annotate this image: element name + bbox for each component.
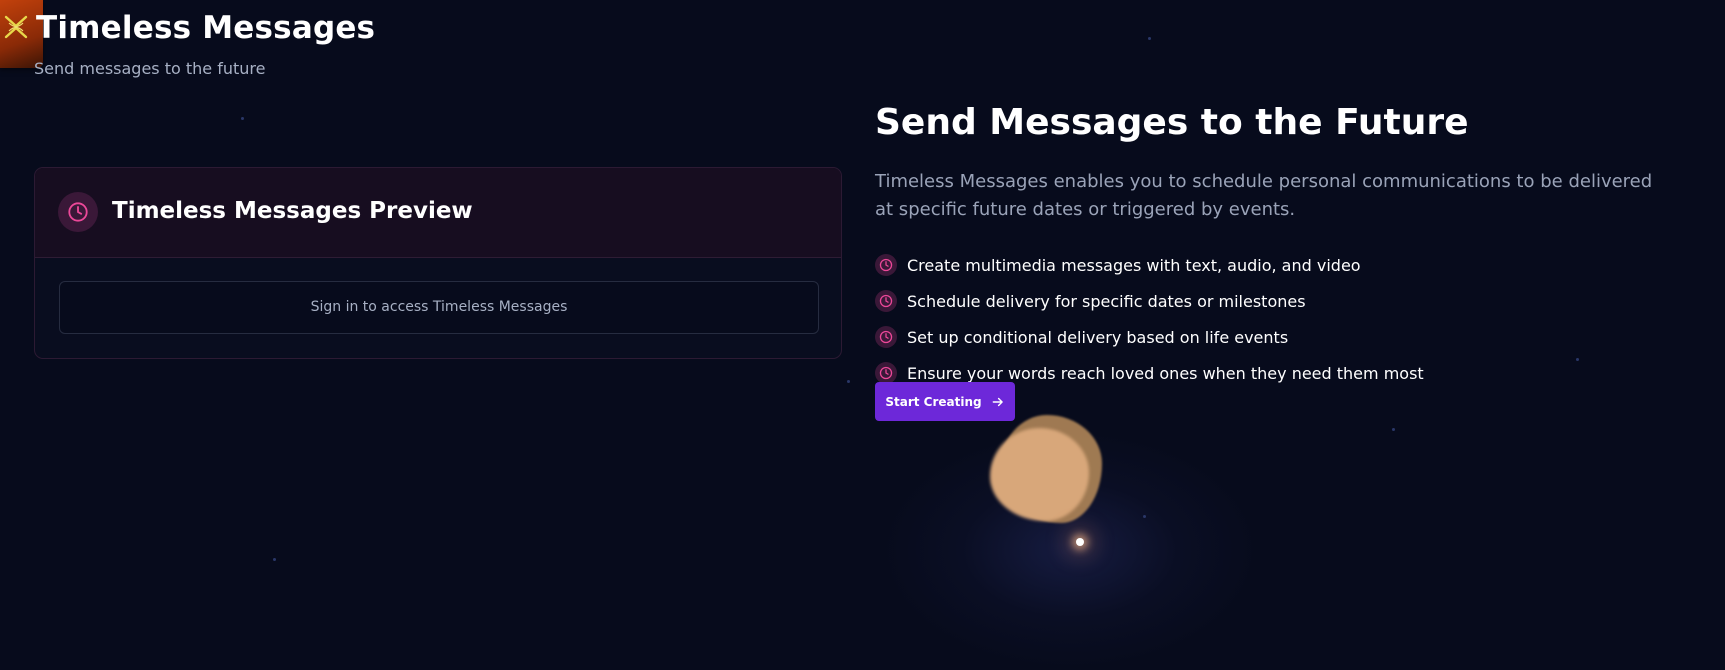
clock-icon bbox=[875, 290, 897, 312]
preview-icon-badge bbox=[58, 192, 98, 232]
app-subtitle: Send messages to the future bbox=[34, 59, 266, 78]
hero-description: Timeless Messages enables you to schedul… bbox=[875, 171, 1653, 220]
feature-item: Schedule delivery for specific dates or … bbox=[875, 283, 1424, 319]
clock-icon bbox=[875, 254, 897, 276]
feature-label: Schedule delivery for specific dates or … bbox=[907, 291, 1306, 311]
background-star bbox=[1576, 358, 1579, 361]
clock-icon bbox=[68, 202, 88, 222]
decorative-blob bbox=[990, 428, 1089, 521]
start-creating-button[interactable]: Start Creating bbox=[875, 382, 1015, 421]
feature-label: Ensure your words reach loved ones when … bbox=[907, 363, 1424, 383]
background-star bbox=[241, 117, 244, 120]
feature-item: Set up conditional delivery based on lif… bbox=[875, 319, 1424, 355]
start-creating-label: Start Creating bbox=[885, 394, 982, 409]
arrow-right-icon bbox=[992, 397, 1003, 406]
x-logo-icon bbox=[4, 15, 28, 39]
background-star bbox=[1392, 428, 1395, 431]
feature-label: Set up conditional delivery based on lif… bbox=[907, 327, 1289, 347]
background-star bbox=[1148, 37, 1151, 40]
feature-list: Create multimedia messages with text, au… bbox=[875, 247, 1424, 391]
clock-icon bbox=[875, 362, 897, 384]
feature-item: Create multimedia messages with text, au… bbox=[875, 247, 1424, 283]
glowing-dot bbox=[1076, 538, 1084, 546]
preview-card-header: Timeless Messages Preview bbox=[35, 168, 841, 258]
app-title: Timeless Messages bbox=[36, 10, 376, 46]
preview-card-title: Timeless Messages Preview bbox=[112, 198, 473, 224]
background-star bbox=[1143, 515, 1146, 518]
background-star bbox=[273, 558, 276, 561]
hero-title: Send Messages to the Future bbox=[875, 102, 1469, 143]
background-star bbox=[847, 380, 850, 383]
clock-icon bbox=[875, 326, 897, 348]
feature-label: Create multimedia messages with text, au… bbox=[907, 255, 1361, 275]
sign-in-prompt[interactable]: Sign in to access Timeless Messages bbox=[59, 281, 819, 334]
preview-card: Timeless Messages Preview Sign in to acc… bbox=[34, 167, 842, 359]
